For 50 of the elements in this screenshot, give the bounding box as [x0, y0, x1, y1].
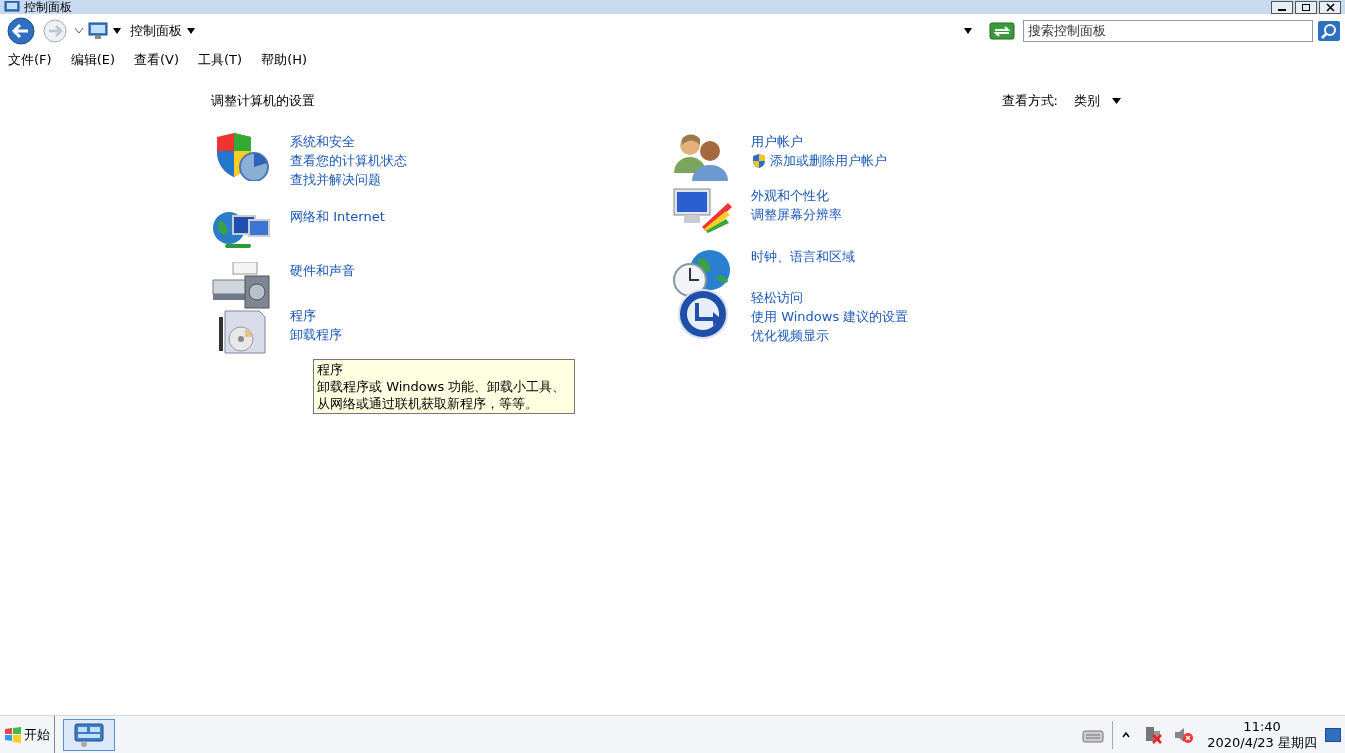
- window-title: 控制面板: [24, 1, 72, 13]
- page-heading: 调整计算机的设置: [211, 92, 315, 110]
- menu-item[interactable]: 帮助(H): [261, 50, 308, 70]
- task-link[interactable]: 添加或删除用户帐户: [770, 151, 887, 170]
- category-link[interactable]: 硬件和声音: [290, 261, 355, 280]
- category-link[interactable]: 外观和个性化: [751, 186, 842, 205]
- start-button[interactable]: 开始: [0, 716, 55, 753]
- task-link[interactable]: 使用 Windows 建议的设置: [751, 307, 909, 326]
- caret-icon: [1112, 97, 1121, 104]
- task-link[interactable]: 卸载程序: [290, 325, 342, 344]
- task-link[interactable]: 查看您的计算机状态: [290, 151, 407, 170]
- search-field[interactable]: 搜索控制面板: [1023, 20, 1313, 42]
- menu-item[interactable]: 工具(T): [198, 50, 243, 70]
- windows-flag-icon: [4, 726, 22, 743]
- restore-button[interactable]: [1295, 0, 1317, 14]
- clock-time[interactable]: 11:40: [1243, 718, 1281, 735]
- menu-item[interactable]: 查看(V): [134, 50, 180, 70]
- view-by-dropdown[interactable]: 类别: [1074, 91, 1121, 111]
- task-link[interactable]: 查找并解决问题: [290, 170, 381, 189]
- show-desktop-button[interactable]: [1325, 727, 1341, 742]
- dropdown-icon[interactable]: [186, 27, 196, 35]
- dropdown-icon[interactable]: [112, 27, 122, 35]
- category-link[interactable]: 系统和安全: [290, 132, 407, 151]
- minimize-button[interactable]: [1271, 0, 1293, 14]
- tooltip-title: 程序: [317, 361, 344, 378]
- view-by-label: 查看方式:: [1001, 92, 1058, 110]
- dropdown-icon[interactable]: [963, 27, 973, 35]
- refresh-icon[interactable]: [989, 22, 1015, 40]
- display-palette-icon: [672, 186, 734, 233]
- menu-item[interactable]: 文件(F): [8, 50, 52, 70]
- tooltip-text: 卸载程序或 Windows 功能、卸载小工具、从网络或通过联机获取新程序，等等。: [317, 378, 567, 412]
- uac-shield-icon: [751, 152, 767, 169]
- task-link[interactable]: 优化视频显示: [751, 326, 829, 345]
- category-link[interactable]: 程序: [290, 306, 342, 325]
- category-link[interactable]: 时钟、语言和区域: [751, 247, 855, 266]
- category-link[interactable]: 网络和 Internet: [290, 207, 385, 226]
- clock-date[interactable]: 2020/4/23 星期四: [1207, 734, 1317, 751]
- shield-icon: [214, 132, 270, 181]
- search-icon[interactable]: [1317, 20, 1341, 42]
- category-link[interactable]: 用户帐户: [751, 132, 887, 151]
- category-link[interactable]: 轻松访问: [751, 288, 909, 307]
- address-path[interactable]: 控制面板: [130, 21, 182, 41]
- close-button[interactable]: [1319, 0, 1341, 14]
- back-button[interactable]: [4, 16, 38, 46]
- printer-speaker-icon: [211, 261, 273, 310]
- taskbar-button[interactable]: [63, 718, 115, 751]
- caret-icon[interactable]: [1121, 730, 1132, 739]
- task-link[interactable]: 调整屏幕分辨率: [751, 205, 842, 224]
- menu-item[interactable]: 编辑(E): [70, 50, 115, 70]
- close-icon: [1325, 2, 1335, 12]
